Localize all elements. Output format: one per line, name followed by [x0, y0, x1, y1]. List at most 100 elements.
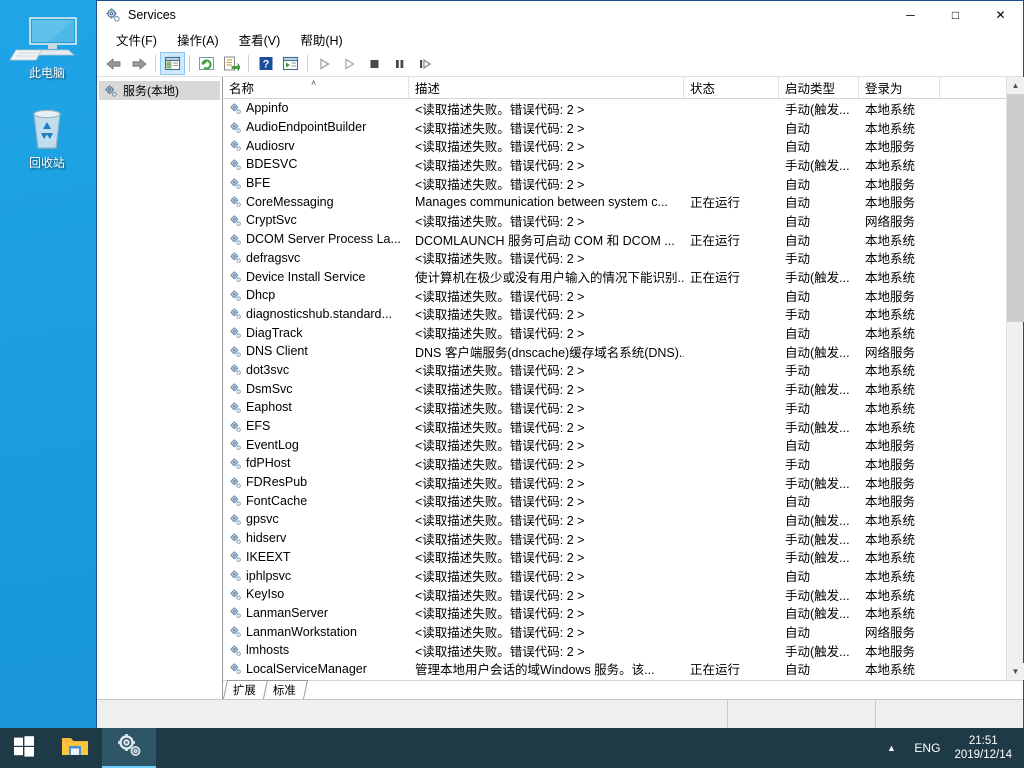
service-name-label: LanmanServer	[246, 605, 328, 620]
table-row[interactable]: EFS <读取描述失败。错误代码: 2 > 手动(触发... 本地系统	[223, 417, 1006, 436]
table-row[interactable]: hidserv <读取描述失败。错误代码: 2 > 手动(触发... 本地系统	[223, 529, 1006, 548]
show-hide-tree-icon[interactable]	[160, 52, 185, 75]
table-row[interactable]: EventLog <读取描述失败。错误代码: 2 > 自动 本地服务	[223, 435, 1006, 454]
table-row[interactable]: BDESVC <读取描述失败。错误代码: 2 > 手动(触发... 本地系统	[223, 155, 1006, 174]
refresh-icon[interactable]	[194, 52, 219, 75]
cell-name: BFE	[223, 176, 409, 190]
menu-action[interactable]: 操作(A)	[168, 28, 228, 51]
scroll-up-button[interactable]: ▲	[1007, 77, 1024, 94]
start-button[interactable]	[0, 728, 48, 768]
table-row[interactable]: iphlpsvc <读取描述失败。错误代码: 2 > 自动 本地系统	[223, 566, 1006, 585]
start-service-icon[interactable]	[312, 52, 337, 75]
table-row[interactable]: gpsvc <读取描述失败。错误代码: 2 > 自动(触发... 本地系统	[223, 510, 1006, 529]
table-row[interactable]: AudioEndpointBuilder <读取描述失败。错误代码: 2 > 自动 本…	[223, 118, 1006, 137]
tree-node-services-local[interactable]: 服务(本地)	[99, 81, 220, 100]
table-row[interactable]: CryptSvc <读取描述失败。错误代码: 2 > 自动 网络服务	[223, 211, 1006, 230]
scroll-down-button[interactable]: ▼	[1007, 663, 1024, 680]
cell-name: EventLog	[223, 438, 409, 452]
table-row[interactable]: LanmanServer <读取描述失败。错误代码: 2 > 自动(触发... 本地系…	[223, 604, 1006, 623]
service-gear-icon	[229, 476, 242, 489]
minimize-button[interactable]: ─	[888, 1, 933, 29]
cell-startup-type: 自动	[785, 327, 811, 342]
table-row[interactable]: IKEEXT <读取描述失败。错误代码: 2 > 手动(触发... 本地系统	[223, 548, 1006, 567]
table-row[interactable]: fdPHost <读取描述失败。错误代码: 2 > 手动 本地服务	[223, 454, 1006, 473]
column-header-startup-type[interactable]: 启动类型	[779, 77, 859, 98]
menu-help[interactable]: 帮助(H)	[291, 28, 351, 51]
cell-log-on-as: 本地系统	[865, 570, 916, 585]
sort-ascending-icon: ˄	[311, 78, 317, 88]
column-header-log-on-as[interactable]: 登录为	[859, 77, 940, 98]
service-gear-icon	[229, 382, 242, 395]
cell-log-on-as: 本地系统	[865, 158, 916, 173]
desktop-icon-this-pc[interactable]: 此电脑	[8, 12, 86, 81]
cell-log-on-as: 本地服务	[865, 196, 916, 211]
cell-log-on-as: 本地系统	[865, 121, 916, 136]
window-titlebar[interactable]: Services ─ □ ✕	[97, 1, 1023, 29]
system-tray: ▲ ENG 21:51 2019/12/14	[878, 728, 1024, 768]
back-icon[interactable]	[101, 52, 126, 75]
restart-service-icon[interactable]	[412, 52, 437, 75]
table-row[interactable]: KeyIso <读取描述失败。错误代码: 2 > 手动(触发... 本地系统	[223, 585, 1006, 604]
tray-clock[interactable]: 21:51 2019/12/14	[950, 734, 1024, 762]
table-row[interactable]: lmhosts <读取描述失败。错误代码: 2 > 手动(触发... 本地服务	[223, 641, 1006, 660]
cell-startup-type: 自动	[785, 140, 811, 155]
taskbar-button-services[interactable]	[102, 728, 156, 768]
table-row[interactable]: Dhcp <读取描述失败。错误代码: 2 > 自动 本地服务	[223, 286, 1006, 305]
column-header-status[interactable]: 状态	[684, 77, 779, 98]
table-row[interactable]: FDResPub <读取描述失败。错误代码: 2 > 手动(触发... 本地服务	[223, 473, 1006, 492]
table-row[interactable]: diagnosticshub.standard... <读取描述失败。错误代码: …	[223, 305, 1006, 324]
scrollbar-track[interactable]	[1007, 94, 1024, 663]
table-row[interactable]: LocalServiceManager 管理本地用户会话的域Windows 服务。…	[223, 660, 1006, 679]
table-row[interactable]: BFE <读取描述失败。错误代码: 2 > 自动 本地服务	[223, 174, 1006, 193]
service-gear-icon	[229, 214, 242, 227]
menu-view[interactable]: 查看(V)	[230, 28, 290, 51]
help-icon[interactable]: ?	[253, 52, 278, 75]
tray-language-indicator[interactable]: ENG	[904, 741, 950, 755]
table-row[interactable]: Eaphost <读取描述失败。错误代码: 2 > 手动 本地系统	[223, 398, 1006, 417]
forward-icon[interactable]	[126, 52, 151, 75]
cell-name: FDResPub	[223, 475, 409, 489]
desktop-icon-recycle-bin[interactable]: 回收站	[8, 102, 86, 171]
column-header-description[interactable]: 描述	[409, 77, 684, 98]
resume-service-icon[interactable]	[337, 52, 362, 75]
table-row[interactable]: Audiosrv <读取描述失败。错误代码: 2 > 自动 本地服务	[223, 136, 1006, 155]
service-name-label: Eaphost	[246, 400, 292, 415]
scrollbar-thumb[interactable]	[1007, 94, 1024, 322]
cell-name: CryptSvc	[223, 213, 409, 227]
cell-log-on-as: 本地服务	[865, 644, 916, 659]
maximize-button[interactable]: □	[933, 1, 978, 29]
table-row[interactable]: LanmanWorkstation <读取描述失败。错误代码: 2 > 自动 网络服务	[223, 622, 1006, 641]
table-row[interactable]: FontCache <读取描述失败。错误代码: 2 > 自动 本地服务	[223, 491, 1006, 510]
desktop-icon-label: 此电脑	[28, 66, 65, 80]
list-inner: 名称 ˄ 描述 状态 启动类型 登录为 Appinfo <读取描述失败。错误代码:…	[223, 77, 1006, 680]
table-row[interactable]: DCOM Server Process La... DCOMLAUNCH 服务可启…	[223, 230, 1006, 249]
table-row[interactable]: CoreMessaging Manages communication betwe…	[223, 192, 1006, 211]
table-row[interactable]: DsmSvc <读取描述失败。错误代码: 2 > 手动(触发... 本地系统	[223, 379, 1006, 398]
tray-expand-chevron-icon[interactable]: ▲	[878, 743, 904, 753]
cell-name: diagnosticshub.standard...	[223, 307, 409, 321]
table-row[interactable]: Device Install Service 使计算机在极少或没有用户输入的情况下…	[223, 267, 1006, 286]
cell-log-on-as: 本地服务	[865, 457, 916, 472]
cell-log-on-as: 本地系统	[865, 271, 916, 286]
cell-startup-type: 手动(触发...	[785, 102, 850, 117]
taskbar-button-file-explorer[interactable]	[48, 728, 102, 768]
close-button[interactable]: ✕	[978, 1, 1023, 29]
pause-service-icon[interactable]	[387, 52, 412, 75]
vertical-scrollbar[interactable]: ▲ ▼	[1006, 77, 1024, 680]
column-header-name[interactable]: 名称 ˄	[223, 77, 409, 98]
tab-standard[interactable]: 标准	[262, 680, 309, 699]
export-list-icon[interactable]	[219, 52, 244, 75]
cell-startup-type: 自动	[785, 570, 811, 585]
cell-startup-type: 自动	[785, 196, 811, 211]
stop-service-icon[interactable]	[362, 52, 387, 75]
table-row[interactable]: Appinfo <读取描述失败。错误代码: 2 > 手动(触发... 本地系统	[223, 99, 1006, 118]
cell-startup-type: 自动	[785, 177, 811, 192]
cell-startup-type: 手动	[785, 457, 811, 472]
menu-file[interactable]: 文件(F)	[107, 28, 166, 51]
table-row[interactable]: DiagTrack <读取描述失败。错误代码: 2 > 自动 本地系统	[223, 323, 1006, 342]
table-row[interactable]: DNS Client DNS 客户端服务(dnscache)缓存域名系统(DNS)…	[223, 342, 1006, 361]
properties-icon[interactable]	[278, 52, 303, 75]
table-row[interactable]: defragsvc <读取描述失败。错误代码: 2 > 手动 本地系统	[223, 249, 1006, 268]
tab-extended[interactable]: 扩展	[222, 680, 269, 699]
table-row[interactable]: dot3svc <读取描述失败。错误代码: 2 > 手动 本地系统	[223, 361, 1006, 380]
